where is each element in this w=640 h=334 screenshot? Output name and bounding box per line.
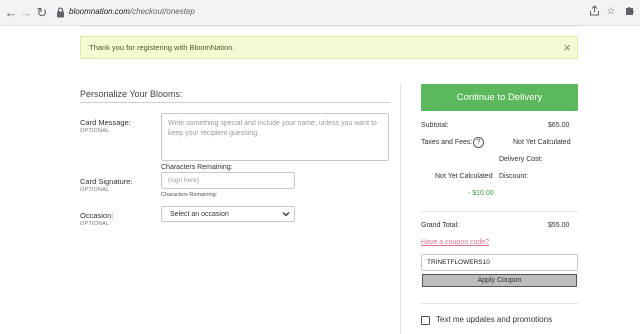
forward-icon[interactable]: → [18, 5, 34, 21]
taxes-label: Taxes and Fees: [421, 139, 473, 146]
subtotal-value: $65.00 [548, 122, 570, 129]
browser-toolbar: ← → ↻ bloomnation.com/checkout/onestep ☆ [0, 0, 640, 26]
delivery-value: Not Yet Calculated [435, 173, 493, 180]
top-divider [80, 26, 578, 27]
back-icon[interactable]: ← [3, 5, 19, 21]
occasion-optional: OPTIONAL [80, 221, 110, 227]
address-bar[interactable]: bloomnation.com/checkout/onestep [52, 3, 600, 23]
sms-updates-checkbox[interactable] [421, 316, 430, 325]
section-divider [80, 102, 390, 103]
card-signature-input[interactable] [161, 172, 295, 189]
section-title: Personalize Your Blooms: [80, 89, 183, 99]
occasion-select[interactable]: Select an occasion [161, 206, 295, 222]
discount-value: - $10.00 [468, 190, 494, 197]
delivery-label: Delivery Cost: [499, 156, 543, 163]
grand-total-value: $55.00 [548, 222, 570, 229]
card-message-label: Card Message: [80, 118, 131, 127]
close-icon[interactable]: × [563, 40, 571, 55]
grand-total-label: Grand Total: [421, 222, 460, 229]
url-text: bloomnation.com/checkout/onestep [69, 7, 195, 16]
card-signature-optional: OPTIONAL [80, 187, 110, 193]
column-divider [400, 84, 401, 334]
card-message-chars-remaining: Characters Remaining: [161, 164, 233, 171]
apply-coupon-button[interactable]: Apply Coupon [422, 274, 577, 287]
sms-updates-label[interactable]: Text me updates and promotions [436, 315, 552, 324]
subtotal-label: Subtotal: [421, 122, 449, 129]
occasion-selected: Select an occasion [170, 211, 229, 218]
reload-icon[interactable]: ↻ [34, 5, 50, 21]
card-message-input[interactable] [161, 113, 389, 161]
card-signature-label: Card Signature: [80, 177, 133, 186]
lock-icon[interactable] [56, 7, 66, 19]
coupon-link[interactable]: Have a coupon code? [421, 239, 489, 246]
taxes-value: Not Yet Calculated [513, 139, 571, 146]
star-icon[interactable]: ☆ [604, 5, 618, 19]
alert-message: Thank you for registering with BloomNati… [89, 43, 235, 52]
card-signature-chars-remaining: Characters Remaining: [161, 192, 218, 198]
continue-to-delivery-button[interactable]: Continue to Delivery [421, 84, 578, 111]
registration-alert: Thank you for registering with BloomNati… [80, 36, 578, 59]
card-message-optional: OPTIONAL [80, 128, 110, 134]
puzzle-icon[interactable] [622, 5, 636, 19]
discount-label: Discount: [499, 173, 529, 180]
help-icon[interactable]: ? [473, 137, 484, 148]
summary-divider-2 [421, 303, 578, 304]
chevron-down-icon [282, 210, 290, 220]
url-host: bloomnation.com [69, 7, 130, 16]
url-path: /checkout/onestep [129, 7, 195, 16]
share-icon[interactable] [587, 5, 601, 19]
occasion-label: Occasion: [80, 211, 114, 220]
coupon-input[interactable] [421, 254, 578, 271]
summary-divider [421, 211, 578, 212]
